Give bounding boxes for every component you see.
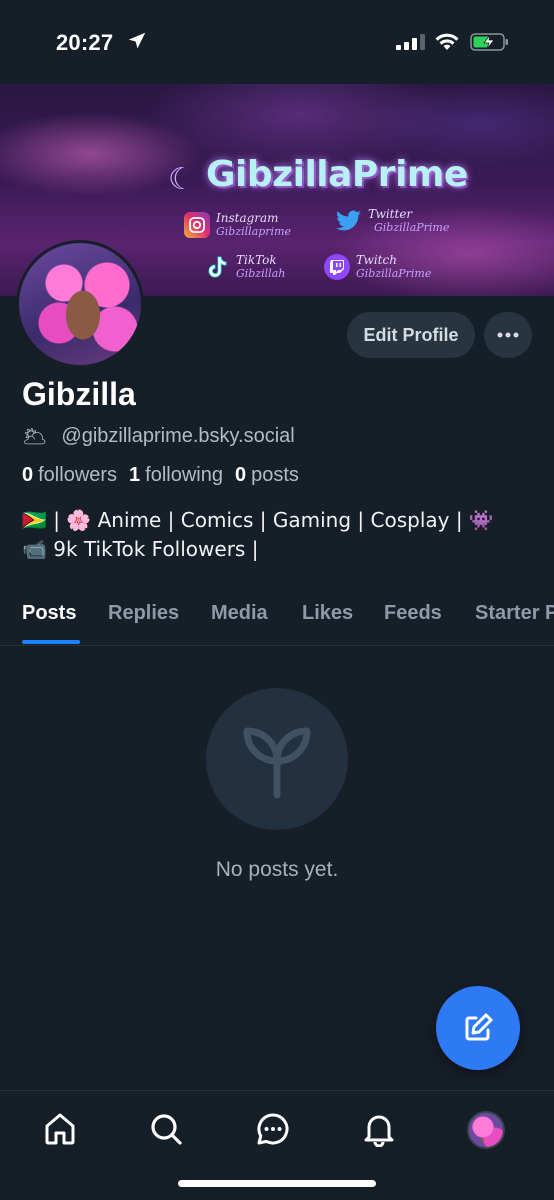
more-options-button[interactable]	[484, 312, 532, 358]
followers-count: 0	[22, 464, 34, 486]
banner-social-twitch: Twitch GibzillaPrime	[324, 254, 431, 280]
nav-notifications[interactable]	[359, 1109, 399, 1149]
location-arrow-icon	[128, 32, 146, 49]
tab-posts[interactable]: Posts	[22, 602, 76, 625]
instagram-icon	[184, 212, 210, 238]
compose-icon	[465, 1013, 493, 1041]
banner-title: GibzillaPrime	[206, 154, 468, 195]
bio-line: 🇬🇾 | 🌸 Anime | Comics | Gaming | Cosplay…	[22, 508, 494, 532]
social-platform: Instagram	[216, 211, 279, 225]
tab-media[interactable]: Media	[211, 602, 268, 625]
nav-profile-avatar[interactable]	[467, 1111, 505, 1149]
profile-bio: 🇬🇾 | 🌸 Anime | Comics | Gaming | Cosplay…	[22, 506, 532, 564]
edit-profile-button[interactable]: Edit Profile	[347, 312, 475, 358]
compose-post-button[interactable]	[436, 986, 520, 1070]
empty-state-illustration	[206, 688, 348, 830]
posts-count: 0	[235, 464, 247, 486]
social-handle: GibzillaPrime	[374, 221, 450, 234]
handle-text: @gibzillaprime.bsky.social	[61, 424, 295, 447]
banner-social-instagram: Instagram Gibzillaprime	[184, 212, 291, 238]
nav-chat[interactable]	[253, 1109, 293, 1149]
profile-tabs: Posts Replies Media Likes Feeds Starter …	[0, 590, 554, 646]
posts-label: posts	[251, 464, 299, 486]
status-bar: 20:27	[0, 0, 554, 84]
profile-handle: 🌥 @gibzillaprime.bsky.social	[22, 424, 295, 448]
following-label: following	[145, 464, 223, 486]
cellular-signal-icon	[396, 34, 425, 50]
search-icon	[151, 1114, 182, 1145]
sprout-icon	[243, 727, 311, 799]
wifi-icon	[435, 33, 459, 50]
twitch-icon	[324, 254, 350, 280]
tiktok-icon	[204, 254, 230, 280]
social-handle: Gibzillaprime	[216, 225, 292, 238]
handle-emoji: 🌥	[22, 424, 48, 448]
tab-starter-packs[interactable]: Starter Packs	[475, 602, 554, 625]
social-platform: Twitch	[356, 253, 397, 267]
nav-search[interactable]	[146, 1109, 186, 1149]
profile-avatar[interactable]	[16, 240, 144, 368]
home-icon	[45, 1113, 75, 1145]
followers-stat[interactable]: 0 followers	[22, 464, 117, 487]
twitter-icon	[336, 208, 362, 234]
tab-replies[interactable]: Replies	[108, 602, 179, 625]
battery-charging-icon	[470, 33, 508, 51]
social-platform: TikTok	[236, 253, 277, 267]
bio-line: 📹 9k TikTok Followers |	[22, 537, 259, 561]
empty-state-message: No posts yet.	[215, 858, 339, 881]
banner-social-tiktok: TikTok Gibzillah	[204, 254, 285, 280]
social-handle: GibzillaPrime	[356, 267, 432, 280]
followers-label: followers	[38, 464, 118, 486]
home-indicator	[178, 1180, 376, 1187]
social-platform: Twitter	[368, 207, 413, 221]
moon-icon: ☾	[168, 163, 195, 196]
display-name: Gibzilla	[22, 376, 136, 412]
social-handle: Gibzillah	[236, 267, 286, 280]
active-tab-indicator	[22, 640, 80, 644]
tab-likes[interactable]: Likes	[302, 602, 353, 625]
status-time: 20:27	[56, 30, 114, 55]
chat-icon	[257, 1113, 289, 1145]
ellipsis-icon	[497, 332, 519, 338]
posts-stat: 0 posts	[235, 464, 299, 487]
tab-feeds[interactable]: Feeds	[384, 602, 442, 625]
banner-social-twitter: Twitter GibzillaPrime	[336, 208, 449, 234]
bell-icon	[364, 1115, 394, 1147]
profile-stats: 0 followers 1 following 0 posts	[22, 464, 311, 487]
following-stat[interactable]: 1 following	[129, 464, 223, 487]
nav-home[interactable]	[40, 1109, 80, 1149]
following-count: 1	[129, 464, 141, 486]
